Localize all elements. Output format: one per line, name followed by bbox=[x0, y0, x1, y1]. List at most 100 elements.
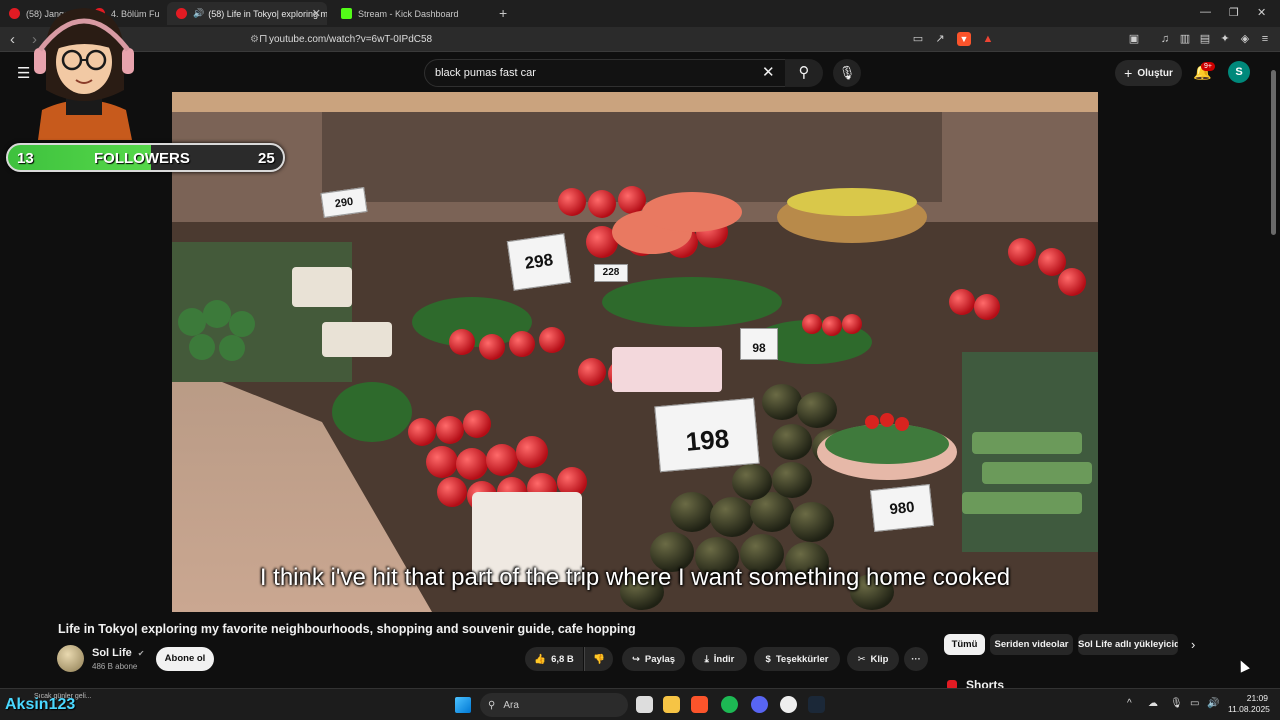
address-bar: ‹ › ⊓ ⚙ youtube.com/watch?v=6wT-0IPdC58 … bbox=[0, 27, 1280, 52]
followers-label: FOLLOWERS bbox=[94, 150, 190, 167]
thumbs-down-icon: 👎 bbox=[593, 653, 605, 665]
create-button[interactable]: + Oluştur bbox=[1115, 60, 1182, 86]
more-actions-button[interactable]: ··· bbox=[904, 647, 928, 671]
url-field[interactable]: ⚙ youtube.com/watch?v=6wT-0IPdC58 bbox=[250, 30, 1010, 49]
youtube-icon bbox=[176, 8, 187, 19]
thanks-label: Teşekkürler bbox=[775, 653, 829, 665]
close-tab-icon[interactable]: ✕ bbox=[312, 7, 321, 20]
kick-icon bbox=[341, 8, 352, 19]
video-frame-supermarket bbox=[172, 92, 1098, 612]
search-icon: ⚲ bbox=[488, 699, 496, 711]
price-tag: 98 bbox=[740, 328, 778, 360]
microphone-icon: 🎙 bbox=[838, 65, 856, 80]
account-avatar[interactable]: S bbox=[1228, 61, 1250, 83]
mouse-cursor bbox=[1236, 658, 1250, 673]
notifications-badge: 9+ bbox=[1201, 62, 1215, 71]
back-icon[interactable]: ‹ bbox=[10, 31, 15, 48]
followers-goal: 25 bbox=[258, 150, 275, 167]
search-input[interactable]: black pumas fast car bbox=[424, 59, 786, 87]
steam-icon[interactable] bbox=[808, 696, 825, 713]
super-thanks-icon: $ bbox=[765, 653, 771, 665]
windows-taskbar: Sıcak günler geli... ⚲ Ara ^ ☁ 🎙 ▭ 🔊 21:… bbox=[0, 688, 1280, 720]
tab-kick-dashboard[interactable]: Stream - Kick Dashboard bbox=[332, 2, 492, 25]
share-icon[interactable]: ↗ bbox=[933, 32, 947, 46]
site-info-icon[interactable]: ⚙ bbox=[250, 34, 259, 45]
task-view-icon[interactable] bbox=[636, 696, 653, 713]
tab-title: (58) Life in Tokyo| exploring m bbox=[208, 8, 327, 19]
display-tray-icon[interactable]: ▭ bbox=[1190, 698, 1199, 709]
page-scrollbar[interactable] bbox=[1271, 70, 1276, 235]
plus-icon: + bbox=[1124, 65, 1133, 81]
clock-time: 21:09 bbox=[1246, 693, 1268, 703]
youtube-header: ☰ black pumas fast car ✕ ⚲ 🎙 + Oluştur 🔔… bbox=[0, 52, 1280, 92]
scissors-icon: ✂ bbox=[857, 653, 866, 665]
channel-name[interactable]: Sol Life ✔ bbox=[92, 647, 145, 659]
chip-uploader[interactable]: Sol Life adlı yükleyicide bbox=[1078, 634, 1178, 655]
dislike-button[interactable]: 👎 bbox=[584, 647, 613, 671]
chip-all[interactable]: Tümü bbox=[944, 634, 985, 655]
clock-date: 11.08.2025 bbox=[1228, 704, 1270, 714]
browser-tab-strip: (58) Jango 4. Bölüm Fu 🔊 (58) Life in To… bbox=[0, 0, 1280, 27]
spotify-icon[interactable] bbox=[721, 696, 738, 713]
chat-overlay-user: Aksin123 bbox=[5, 696, 76, 713]
search-button[interactable]: ⚲ bbox=[785, 59, 823, 87]
search-query: black pumas fast car bbox=[435, 67, 536, 79]
price-tag: 228 bbox=[594, 264, 628, 282]
speaker-icon: 🔊 bbox=[193, 8, 205, 18]
download-button[interactable]: ⤓ İndir bbox=[692, 647, 747, 671]
clear-search-icon[interactable]: ✕ bbox=[762, 63, 775, 81]
thanks-button[interactable]: $ Teşekkürler bbox=[754, 647, 840, 671]
brave-browser-icon[interactable] bbox=[691, 696, 708, 713]
new-tab-button[interactable]: + bbox=[499, 5, 507, 21]
clip-button[interactable]: ✂ Klip bbox=[847, 647, 899, 671]
taskbar-clock[interactable]: 21:09 11.08.2025 bbox=[1228, 693, 1270, 715]
brave-shields-icon[interactable]: ▼ bbox=[957, 32, 971, 46]
screen: (58) Jango 4. Bölüm Fu 🔊 (58) Life in To… bbox=[0, 0, 1280, 720]
windows-start-icon[interactable] bbox=[455, 697, 471, 713]
download-label: İndir bbox=[713, 653, 735, 665]
video-title: Life in Tokyo| exploring my favorite nei… bbox=[58, 622, 636, 636]
music-icon[interactable]: ♫ bbox=[1158, 32, 1172, 46]
like-button[interactable]: 👍 6,8 B bbox=[525, 647, 583, 671]
subscriber-count: 486 B abone bbox=[92, 662, 138, 671]
cast-icon[interactable]: ▭ bbox=[911, 32, 925, 46]
obs-icon[interactable] bbox=[780, 696, 797, 713]
video-player[interactable]: 298 198 980 228 290 98 I think i've hit … bbox=[172, 92, 1098, 612]
brave-rewards-icon[interactable]: ▲ bbox=[981, 32, 995, 46]
thumbs-up-icon: 👍 bbox=[534, 653, 547, 665]
vpn-icon[interactable]: ◈ bbox=[1238, 32, 1252, 46]
search-icon: ⚲ bbox=[798, 64, 810, 81]
tab-life-in-tokyo[interactable]: 🔊 (58) Life in Tokyo| exploring m ✕ bbox=[167, 2, 327, 25]
tray-overflow-icon[interactable]: ^ bbox=[1127, 698, 1132, 709]
subscribe-button[interactable]: Abone ol bbox=[156, 647, 214, 671]
reader-icon[interactable]: ▣ bbox=[1127, 32, 1141, 46]
file-explorer-icon[interactable] bbox=[663, 696, 680, 713]
like-count: 6,8 B bbox=[551, 653, 574, 665]
taskbar-search[interactable]: ⚲ Ara bbox=[480, 693, 628, 717]
share-button[interactable]: ↪ Paylaş bbox=[622, 647, 685, 671]
verified-icon: ✔ bbox=[137, 649, 145, 658]
price-tag: 980 bbox=[869, 483, 935, 533]
taskbar-search-placeholder: Ara bbox=[503, 699, 519, 711]
wallet-icon[interactable]: ▤ bbox=[1198, 32, 1212, 46]
chip-series-videos[interactable]: Seriden videolar bbox=[990, 634, 1073, 655]
chevron-right-icon[interactable]: › bbox=[1191, 637, 1195, 652]
url-text: youtube.com/watch?v=6wT-0IPdC58 bbox=[268, 34, 433, 45]
channel-name-text: Sol Life bbox=[92, 647, 132, 659]
close-window-icon[interactable]: ✕ bbox=[1257, 6, 1266, 19]
price-tag: 298 bbox=[506, 233, 572, 291]
network-tray-icon[interactable]: ☁ bbox=[1148, 698, 1158, 709]
voice-search-button[interactable]: 🎙 bbox=[833, 59, 861, 87]
menu-icon[interactable]: ≡ bbox=[1258, 32, 1272, 46]
tab-title: Stream - Kick Dashboard bbox=[358, 8, 459, 19]
discord-icon[interactable] bbox=[751, 696, 768, 713]
channel-avatar[interactable] bbox=[57, 645, 84, 672]
share-label: Paylaş bbox=[644, 653, 676, 665]
minimize-icon[interactable]: — bbox=[1200, 6, 1211, 18]
maximize-icon[interactable]: ❐ bbox=[1229, 6, 1239, 19]
volume-tray-icon[interactable]: 🔊 bbox=[1207, 698, 1219, 709]
leo-ai-icon[interactable]: ✦ bbox=[1218, 32, 1232, 46]
sidebar-icon[interactable]: ▥ bbox=[1178, 32, 1192, 46]
followers-current: 13 bbox=[17, 150, 34, 167]
microphone-tray-icon[interactable]: 🎙 bbox=[1170, 698, 1183, 709]
